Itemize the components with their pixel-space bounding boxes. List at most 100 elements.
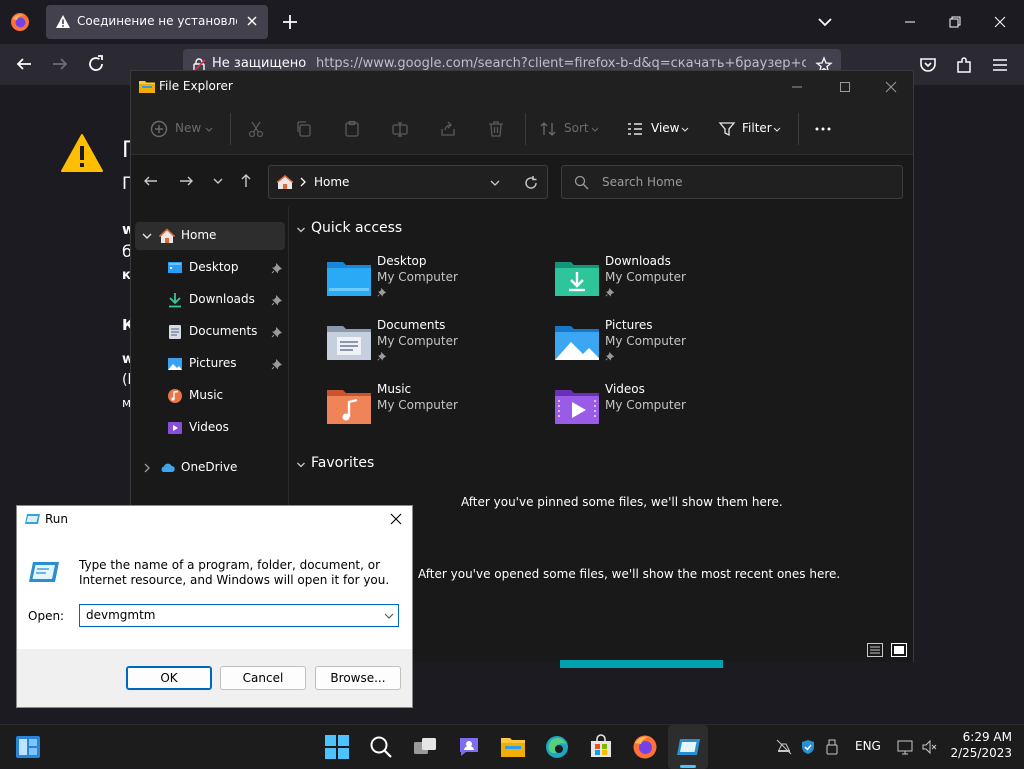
monitor-icon[interactable] — [897, 739, 913, 755]
copy-icon[interactable] — [294, 119, 314, 139]
nav-label: Home — [181, 228, 217, 242]
folder-icon — [139, 79, 155, 93]
download-arrow-icon — [167, 292, 183, 308]
nav-item-desktop[interactable]: Desktop — [135, 254, 285, 282]
pocket-icon[interactable] — [918, 55, 938, 75]
new-tab-icon[interactable] — [280, 12, 300, 32]
tiles-view-icon[interactable] — [891, 643, 907, 657]
address-bar[interactable]: Home — [268, 165, 548, 199]
address-text[interactable]: Home — [314, 175, 349, 189]
edge-browser-icon[interactable] — [544, 734, 570, 760]
cut-icon[interactable] — [246, 119, 266, 139]
nav-item-videos[interactable]: Videos — [135, 414, 285, 442]
ok-button[interactable]: OK — [126, 666, 212, 690]
forward-arrow-icon[interactable] — [178, 173, 194, 189]
firefox-icon[interactable] — [632, 734, 658, 760]
firefox-logo-icon[interactable] — [10, 12, 30, 32]
open-input-value[interactable]: devmgmtm — [86, 608, 156, 622]
pin-icon — [271, 358, 283, 370]
section-header-quick-access[interactable]: Quick access — [297, 220, 402, 236]
close-icon[interactable] — [389, 512, 403, 526]
item-name: Desktop — [377, 254, 427, 268]
view-icon[interactable] — [625, 119, 645, 139]
chevron-right-icon[interactable] — [298, 176, 308, 188]
task-view-icon[interactable] — [412, 734, 438, 760]
list-all-tabs-icon[interactable] — [816, 13, 834, 31]
nav-item-downloads[interactable]: Downloads — [135, 286, 285, 314]
browse-button[interactable]: Browse... — [315, 666, 401, 690]
clock-time[interactable]: 6:29 AM — [952, 730, 1012, 744]
close-window-icon[interactable] — [883, 79, 899, 95]
explorer-title-bar[interactable]: File Explorer — [131, 71, 913, 103]
more-options-icon[interactable] — [813, 119, 833, 139]
restore-icon[interactable] — [945, 12, 965, 32]
quick-access-item-downloads[interactable]: Downloads My Computer — [555, 254, 765, 310]
chevron-down-icon[interactable] — [384, 611, 394, 621]
network-off-icon[interactable] — [776, 739, 792, 755]
run-app-icon[interactable] — [675, 734, 701, 760]
chevron-down-icon[interactable] — [489, 177, 501, 189]
run-title-bar[interactable]: Run — [17, 506, 412, 534]
clock-date[interactable]: 2/25/2023 — [942, 746, 1012, 760]
run-description: Type the name of a program, folder, docu… — [79, 558, 390, 587]
volume-muted-icon[interactable] — [921, 739, 937, 755]
share-icon[interactable] — [438, 119, 458, 139]
pin-icon — [605, 287, 615, 297]
nav-item-documents[interactable]: Documents — [135, 318, 285, 346]
extensions-icon[interactable] — [954, 55, 974, 75]
details-view-icon[interactable] — [867, 643, 883, 657]
language-indicator[interactable]: ENG — [855, 739, 881, 753]
defender-shield-icon[interactable] — [800, 739, 816, 755]
chevron-down-icon[interactable] — [296, 460, 306, 470]
minimize-icon[interactable] — [900, 12, 920, 32]
nav-item-music[interactable]: Music — [135, 382, 285, 410]
nav-item-pictures[interactable]: Pictures — [135, 350, 285, 378]
up-arrow-icon[interactable] — [238, 173, 254, 189]
close-tab-icon[interactable] — [244, 13, 260, 29]
tab-active[interactable]: Соединение не установлено: ( — [46, 5, 268, 39]
quick-access-item-pictures[interactable]: Pictures My Computer — [555, 318, 765, 374]
reload-icon[interactable] — [86, 54, 106, 74]
minimize-icon[interactable] — [789, 79, 805, 95]
chevron-right-icon[interactable] — [141, 462, 153, 474]
quick-access-item-documents[interactable]: Documents My Computer — [327, 318, 537, 374]
store-icon[interactable] — [588, 734, 614, 760]
paste-icon[interactable] — [342, 119, 362, 139]
chevron-down-icon[interactable] — [141, 230, 153, 242]
cancel-button[interactable]: Cancel — [220, 666, 306, 690]
nav-item-home[interactable]: Home — [135, 222, 285, 250]
search-icon[interactable] — [368, 734, 394, 760]
filter-button-label[interactable]: Filter — [742, 121, 772, 135]
nav-item-onedrive[interactable]: OneDrive — [135, 454, 285, 482]
close-window-icon[interactable] — [990, 12, 1010, 32]
recent-locations-icon[interactable] — [210, 173, 226, 189]
chat-icon[interactable] — [456, 734, 482, 760]
quick-access-item-videos[interactable]: Videos My Computer — [555, 382, 765, 438]
forward-arrow-icon[interactable] — [50, 54, 70, 74]
refresh-icon[interactable] — [523, 175, 539, 191]
delete-icon[interactable] — [486, 119, 506, 139]
widgets-icon[interactable] — [14, 733, 42, 761]
start-windows-icon[interactable] — [324, 734, 350, 760]
new-button-label[interactable]: New — [175, 121, 201, 135]
open-combobox[interactable]: devmgmtm — [79, 604, 399, 627]
url-text[interactable]: https://www.google.com/search?client=fir… — [316, 56, 806, 71]
filter-icon[interactable] — [717, 119, 737, 139]
sort-icon[interactable] — [538, 119, 558, 139]
file-explorer-icon[interactable] — [500, 734, 526, 760]
chevron-down-icon[interactable] — [296, 225, 306, 235]
rename-icon[interactable] — [390, 119, 410, 139]
quick-access-item-music[interactable]: Music My Computer — [327, 382, 537, 438]
back-arrow-icon[interactable] — [14, 54, 34, 74]
search-box[interactable]: Search Home — [561, 165, 903, 199]
section-header-favorites[interactable]: Favorites — [297, 455, 374, 471]
usb-device-icon[interactable] — [824, 739, 840, 755]
quick-access-item-desktop[interactable]: Desktop My Computer — [327, 254, 537, 310]
back-arrow-icon[interactable] — [143, 173, 159, 189]
maximize-icon[interactable] — [837, 79, 853, 95]
hamburger-menu-icon[interactable] — [990, 55, 1010, 75]
item-location: My Computer — [605, 398, 686, 412]
view-button-label[interactable]: View — [651, 121, 679, 135]
sort-button-label[interactable]: Sort — [564, 121, 589, 135]
new-icon[interactable] — [149, 119, 169, 139]
